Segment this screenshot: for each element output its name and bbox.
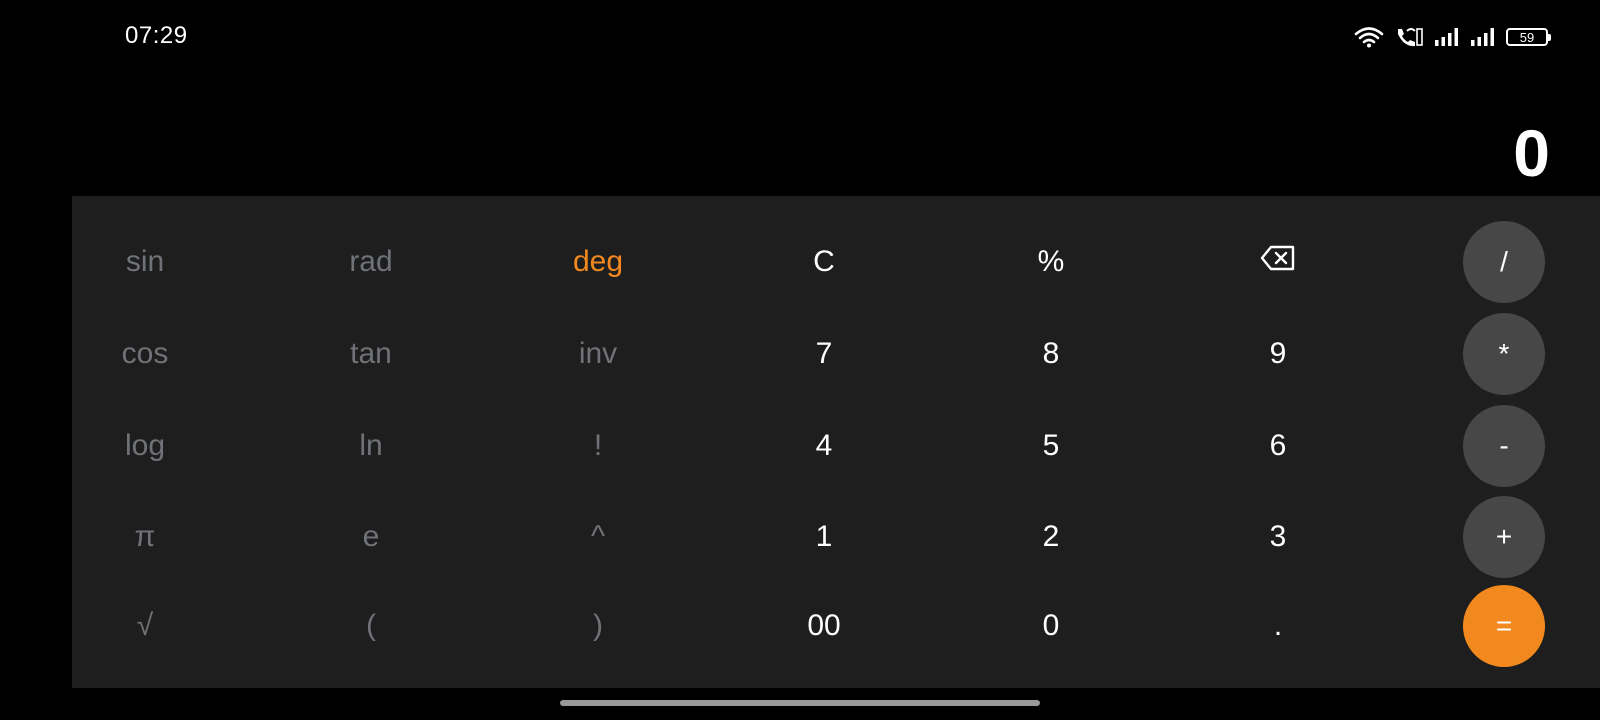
cos-button[interactable]: cos — [85, 324, 205, 384]
digit-3-button[interactable]: 3 — [1218, 507, 1338, 567]
factorial-button[interactable]: ! — [538, 416, 658, 476]
digit-9-button[interactable]: 9 — [1218, 324, 1338, 384]
equals-button[interactable]: = — [1463, 585, 1545, 667]
subtract-button[interactable]: - — [1463, 405, 1545, 487]
wifi-icon — [1354, 26, 1384, 48]
ln-button[interactable]: ln — [311, 416, 431, 476]
euler-button[interactable]: e — [311, 507, 431, 567]
percent-button[interactable]: % — [991, 232, 1111, 292]
digit-1-button[interactable]: 1 — [764, 507, 884, 567]
clear-button[interactable]: C — [764, 232, 884, 292]
power-button[interactable]: ^ — [538, 507, 658, 567]
open-paren-button[interactable]: ( — [311, 596, 431, 656]
battery-icon: 59 — [1506, 28, 1551, 46]
keypad: sin rad deg C % / cos tan inv 7 8 9 * lo… — [72, 196, 1600, 688]
wifi-calling-icon — [1394, 26, 1424, 48]
signal-icon — [1434, 27, 1460, 47]
gesture-nav-bar[interactable] — [560, 700, 1040, 706]
close-paren-button[interactable]: ) — [538, 596, 658, 656]
digit-7-button[interactable]: 7 — [764, 324, 884, 384]
status-icons: 59 — [1354, 24, 1551, 50]
digit-8-button[interactable]: 8 — [991, 324, 1111, 384]
multiply-button[interactable]: * — [1463, 313, 1545, 395]
rad-button[interactable]: rad — [311, 232, 431, 292]
digit-4-button[interactable]: 4 — [764, 416, 884, 476]
deg-button[interactable]: deg — [538, 232, 658, 292]
pi-button[interactable]: π — [85, 507, 205, 567]
inv-button[interactable]: inv — [538, 324, 658, 384]
tan-button[interactable]: tan — [311, 324, 431, 384]
clock: 07:29 — [125, 22, 188, 49]
digit-0-button[interactable]: 0 — [991, 596, 1111, 656]
digit-2-button[interactable]: 2 — [991, 507, 1111, 567]
sqrt-button[interactable]: √ — [85, 596, 205, 656]
digit-6-button[interactable]: 6 — [1218, 416, 1338, 476]
digit-5-button[interactable]: 5 — [991, 416, 1111, 476]
add-button[interactable]: + — [1463, 496, 1545, 578]
signal-icon-2 — [1470, 27, 1496, 47]
result-display: 0 — [1513, 116, 1550, 190]
decimal-button[interactable]: . — [1218, 596, 1338, 656]
log-button[interactable]: log — [85, 416, 205, 476]
battery-level: 59 — [1519, 29, 1535, 45]
status-bar: 07:29 59 — [0, 0, 1600, 72]
backspace-icon — [1260, 245, 1296, 279]
sin-button[interactable]: sin — [85, 232, 205, 292]
divide-button[interactable]: / — [1463, 221, 1545, 303]
backspace-button[interactable] — [1218, 232, 1338, 292]
double-zero-button[interactable]: 00 — [764, 596, 884, 656]
